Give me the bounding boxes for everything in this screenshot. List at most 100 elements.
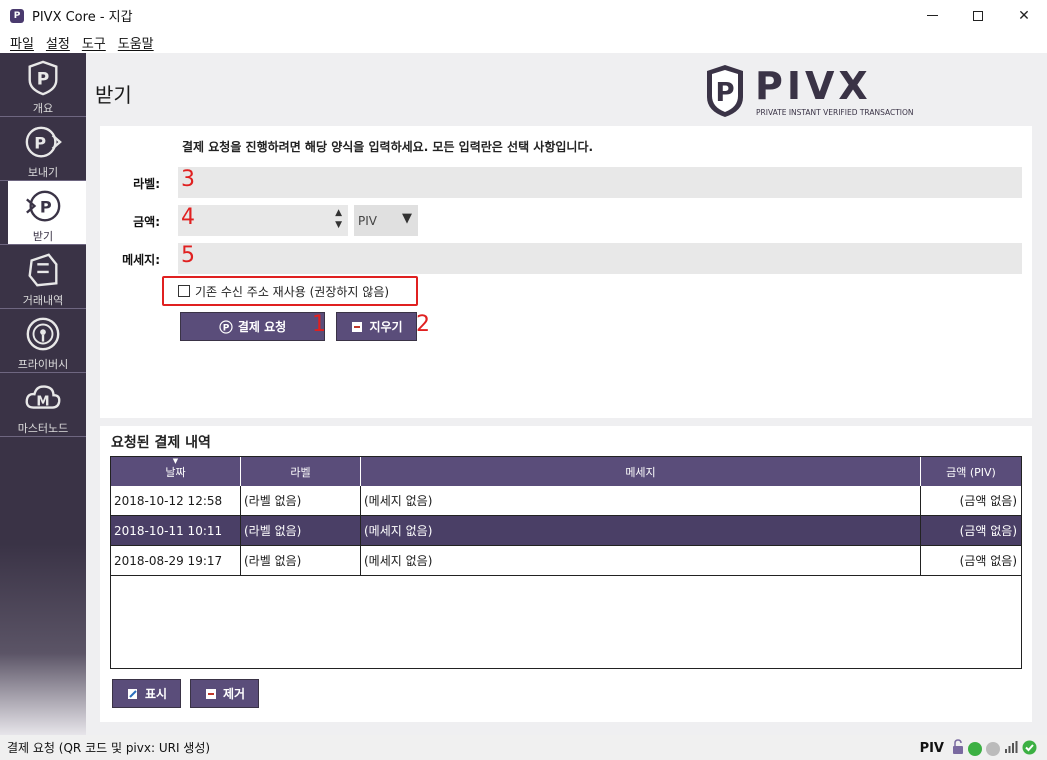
reuse-address-label: 기존 수신 주소 재사용 (권장하지 않음)	[195, 284, 390, 299]
column-amount[interactable]: 금액 (PIV)	[921, 457, 1021, 486]
row-label: (라벨 없음)	[241, 546, 361, 575]
maximize-button[interactable]	[955, 0, 1001, 31]
menu-help[interactable]: 도움말	[112, 33, 160, 52]
message-field-label: 메세지:	[122, 253, 160, 267]
row-message: (메세지 없음)	[361, 516, 921, 545]
svg-text:M: M	[36, 395, 49, 410]
unit-indicator[interactable]: PIV	[920, 741, 944, 756]
row-message: (메세지 없음)	[361, 546, 921, 575]
table-header: ▼ 날짜 라벨 메세지 금액 (PIV)	[111, 457, 1021, 486]
label-input[interactable]: 3	[178, 167, 1022, 198]
edit-icon	[126, 687, 140, 701]
menu-settings[interactable]: 설정	[40, 33, 76, 52]
send-icon: P	[23, 122, 63, 162]
remove-button[interactable]: 제거	[190, 679, 259, 708]
row-amount: (금액 없음)	[959, 524, 1017, 538]
sync-check-icon[interactable]	[1022, 740, 1037, 758]
row-date: 2018-08-29 19:17	[111, 546, 241, 575]
annotation-number: 5	[181, 243, 195, 268]
sidebar-item-label: 개요	[32, 102, 54, 115]
svg-text:P: P	[223, 323, 230, 333]
sidebar-item-transactions[interactable]: 거래내역	[0, 245, 86, 309]
sidebar-item-privacy[interactable]: 프라이버시	[0, 309, 86, 373]
sidebar-item-label: 거래내역	[22, 294, 64, 307]
logo-wordmark: PIVX	[755, 64, 872, 108]
payment-requests-table: ▼ 날짜 라벨 메세지 금액 (PIV) 2018-10-12 12:58 (라벨…	[110, 456, 1022, 669]
stepper-up-icon[interactable]: ▲	[335, 207, 342, 219]
sidebar-item-receive[interactable]: P 받기	[0, 181, 86, 245]
sidebar-item-label: 보내기	[27, 166, 59, 179]
row-date: 2018-10-12 12:58	[111, 486, 241, 515]
reuse-address-checkbox[interactable]	[178, 285, 190, 297]
status-icons: PIV	[920, 739, 1037, 758]
table-row[interactable]: 2018-10-11 10:11 (라벨 없음) (메세지 없음) (금액 없음…	[111, 516, 1021, 546]
sidebar-item-send[interactable]: P 보내기	[0, 117, 86, 181]
sort-icon: ▼	[172, 457, 179, 465]
masternode-status-icon[interactable]	[986, 741, 1000, 756]
unit-select[interactable]: PIV ▼	[354, 205, 418, 236]
sidebar-item-overview[interactable]: P 개요	[0, 53, 86, 117]
sidebar-item-masternode[interactable]: M 마스터노드	[0, 373, 86, 437]
table-row[interactable]: 2018-10-12 12:58 (라벨 없음) (메세지 없음) (금액 없음…	[111, 486, 1021, 516]
row-date: 2018-10-11 10:11	[111, 516, 241, 545]
page-title: 받기	[95, 83, 132, 107]
stepper-down-icon[interactable]: ▼	[335, 219, 342, 231]
chevron-down-icon: ▼	[402, 211, 412, 226]
logo-tagline: PRIVATE INSTANT VERIFIED TRANSACTION	[756, 108, 914, 117]
table-row[interactable]: 2018-08-29 19:17 (라벨 없음) (메세지 없음) (금액 없음…	[111, 546, 1021, 576]
menu-tools[interactable]: 도구	[76, 33, 112, 52]
sidebar-item-label: 받기	[32, 230, 54, 243]
row-label: (라벨 없음)	[241, 516, 361, 545]
row-label: (라벨 없음)	[241, 486, 361, 515]
request-payment-button[interactable]: P 결제 요청	[180, 312, 325, 341]
form-intro: 결제 요청을 진행하려면 해당 양식을 입력하세요. 모든 입력란은 선택 사항…	[182, 140, 594, 154]
pivx-coin-icon: P	[219, 319, 233, 334]
column-date[interactable]: ▼ 날짜	[111, 457, 241, 486]
request-payment-label: 결제 요청	[237, 320, 287, 334]
annotation-number: 2	[416, 312, 430, 337]
remove-label: 제거	[222, 687, 246, 701]
sidebar: P 개요 P 보내기 P 받기 거래내역 프라이버시 M 마스터노드	[0, 53, 86, 735]
menu-bar: 파일 설정 도구 도움말	[0, 31, 1047, 53]
column-label[interactable]: 라벨	[241, 457, 361, 486]
amount-input[interactable]: 4 ▲ ▼	[178, 205, 348, 236]
app-icon: P	[10, 8, 24, 23]
status-bar: 결제 요청 (QR 코드 및 pivx: URI 생성) PIV	[0, 735, 1047, 760]
column-message[interactable]: 메세지	[361, 457, 921, 486]
maximize-icon	[973, 10, 983, 21]
clear-button[interactable]: 지우기	[336, 312, 417, 341]
overview-icon: P	[23, 58, 63, 98]
annotation-number: 3	[181, 167, 195, 192]
network-icon[interactable]	[1004, 740, 1018, 757]
label-field-label: 라벨:	[133, 177, 160, 191]
lock-icon[interactable]	[952, 739, 964, 758]
pivx-logo: P PIVX PRIVATE INSTANT VERIFIED TRANSACT…	[703, 61, 923, 121]
request-form-panel: 결제 요청을 진행하려면 해당 양식을 입력하세요. 모든 입력란은 선택 사항…	[100, 126, 1032, 418]
minimize-button[interactable]	[909, 0, 955, 31]
show-button[interactable]: 표시	[112, 679, 181, 708]
row-amount: (금액 없음)	[959, 554, 1017, 568]
close-button[interactable]: ✕	[1001, 0, 1047, 31]
staking-icon[interactable]	[968, 741, 982, 756]
menu-file[interactable]: 파일	[4, 33, 40, 52]
history-title: 요청된 결제 내역	[111, 435, 211, 451]
payment-history-panel: 요청된 결제 내역 ▼ 날짜 라벨 메세지 금액 (PIV) 2018-10-12…	[100, 426, 1032, 722]
privacy-icon	[23, 314, 63, 354]
remove-icon	[204, 687, 218, 701]
svg-text:P: P	[37, 70, 50, 90]
amount-field-label: 금액:	[133, 215, 160, 229]
receive-icon: P	[23, 186, 63, 226]
svg-text:P: P	[715, 78, 734, 108]
main-area: 받기 P PIVX PRIVATE INSTANT VERIFIED TRANS…	[86, 53, 1047, 735]
annotation-number: 1	[312, 312, 326, 337]
amount-stepper[interactable]: ▲ ▼	[335, 207, 342, 231]
window-title: PIVX Core - 지갑	[32, 10, 133, 25]
annotation-number: 4	[181, 205, 195, 230]
reuse-address-option[interactable]: 기존 수신 주소 재사용 (권장하지 않음)	[162, 276, 418, 306]
clear-icon	[350, 320, 364, 334]
unit-value: PIV	[358, 213, 377, 228]
svg-text:P: P	[40, 198, 52, 217]
message-input[interactable]: 5	[178, 243, 1022, 274]
sidebar-item-label: 마스터노드	[17, 422, 69, 435]
transactions-icon	[23, 250, 63, 290]
